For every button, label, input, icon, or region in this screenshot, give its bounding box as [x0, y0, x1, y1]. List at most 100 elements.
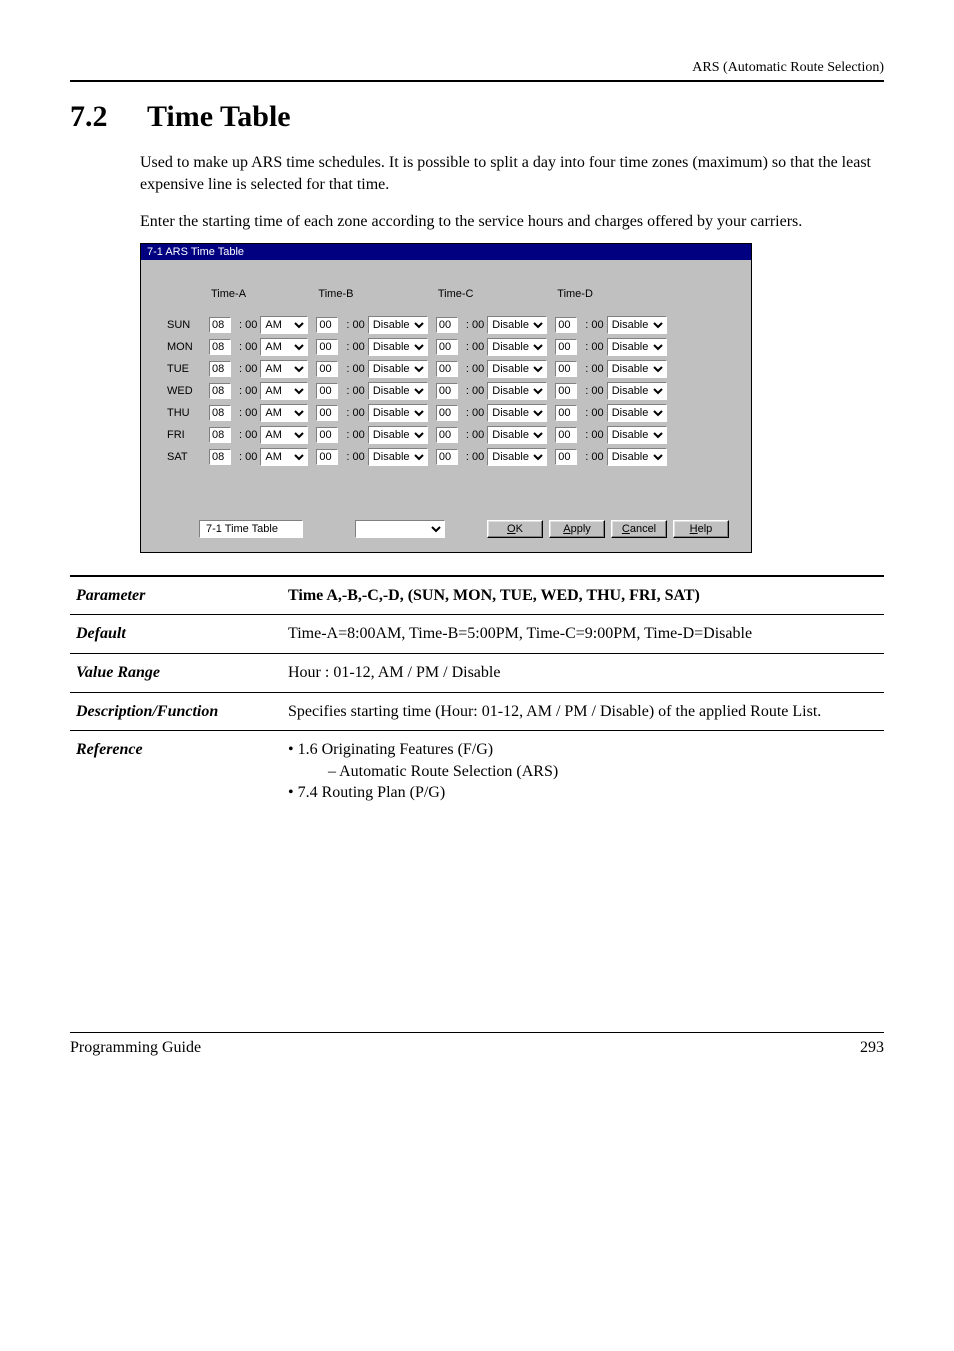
time-d-hour-input[interactable]	[555, 339, 577, 355]
time-a-ampm-select[interactable]: AM	[260, 338, 308, 356]
time-table: Time-A Time-B Time-C Time-D SUN: 00 AM: …	[163, 288, 671, 468]
time-a-minute-label: : 00	[239, 451, 257, 463]
time-d-hour-input[interactable]	[555, 383, 577, 399]
time-c-disable-select[interactable]: Disable	[487, 382, 547, 400]
time-b-disable-select[interactable]: Disable	[368, 404, 428, 422]
apply-button[interactable]: Apply	[549, 520, 605, 538]
time-c-disable-select[interactable]: Disable	[487, 316, 547, 334]
screen-name-field: 7-1 Time Table	[199, 520, 303, 538]
value-range-label: Value Range	[70, 653, 282, 692]
time-a-ampm-select[interactable]: AM	[260, 426, 308, 444]
time-c-minute-label: : 00	[466, 363, 484, 375]
time-c-disable-select[interactable]: Disable	[487, 404, 547, 422]
time-b-hour-input[interactable]	[316, 427, 338, 443]
reference-label: Reference	[70, 731, 282, 812]
time-c-hour-input[interactable]	[436, 427, 458, 443]
time-a-hour-input[interactable]	[209, 405, 231, 421]
time-b-hour-input[interactable]	[316, 383, 338, 399]
time-d-disable-select[interactable]: Disable	[607, 360, 667, 378]
table-row: MON: 00 AM: 00 Disable: 00 Disable: 00 D…	[163, 336, 671, 358]
time-c-minute-label: : 00	[466, 407, 484, 419]
time-c-disable-select[interactable]: Disable	[487, 360, 547, 378]
reference-value: • 1.6 Originating Features (F/G) – Autom…	[282, 731, 884, 812]
time-d-hour-input[interactable]	[555, 427, 577, 443]
time-c-minute-label: : 00	[466, 429, 484, 441]
time-d-hour-input[interactable]	[555, 449, 577, 465]
time-d-disable-select[interactable]: Disable	[607, 448, 667, 466]
time-a-ampm-select[interactable]: AM	[260, 448, 308, 466]
time-b-disable-select[interactable]: Disable	[368, 426, 428, 444]
time-c-disable-select[interactable]: Disable	[487, 338, 547, 356]
time-d-disable-select[interactable]: Disable	[607, 426, 667, 444]
time-b-minute-label: : 00	[346, 341, 364, 353]
time-a-ampm-select[interactable]: AM	[260, 382, 308, 400]
time-a-ampm-select[interactable]: AM	[260, 360, 308, 378]
time-a-hour-input[interactable]	[209, 449, 231, 465]
cancel-button[interactable]: Cancel	[611, 520, 667, 538]
time-b-disable-select[interactable]: Disable	[368, 338, 428, 356]
value-range-value: Hour : 01-12, AM / PM / Disable	[282, 653, 884, 692]
time-d-disable-select[interactable]: Disable	[607, 316, 667, 334]
time-a-hour-input[interactable]	[209, 383, 231, 399]
time-c-hour-input[interactable]	[436, 339, 458, 355]
time-a-ampm-select[interactable]: AM	[260, 316, 308, 334]
time-c-disable-select[interactable]: Disable	[487, 448, 547, 466]
time-c-disable-select[interactable]: Disable	[487, 426, 547, 444]
section-number: 7.2	[70, 100, 140, 134]
day-label: WED	[163, 380, 205, 402]
time-d-minute-label: : 00	[585, 407, 603, 419]
day-label: SUN	[163, 314, 205, 336]
col-time-c: Time-C	[432, 288, 551, 314]
parameter-header-label: Parameter	[70, 576, 282, 615]
time-c-minute-label: : 00	[466, 451, 484, 463]
time-d-disable-select[interactable]: Disable	[607, 382, 667, 400]
time-b-hour-input[interactable]	[316, 449, 338, 465]
time-d-minute-label: : 00	[585, 341, 603, 353]
ok-button[interactable]: OK	[487, 520, 543, 538]
time-c-hour-input[interactable]	[436, 405, 458, 421]
time-b-disable-select[interactable]: Disable	[368, 382, 428, 400]
parameter-header-value: Time A,-B,-C,-D, (SUN, MON, TUE, WED, TH…	[282, 576, 884, 615]
time-b-minute-label: : 00	[346, 429, 364, 441]
section-name: Time Table	[147, 100, 291, 133]
screen-name-select[interactable]	[355, 520, 445, 538]
footer-left: Programming Guide	[70, 1039, 201, 1057]
time-a-hour-input[interactable]	[209, 427, 231, 443]
page-footer: Programming Guide 293	[70, 1039, 884, 1057]
day-label: MON	[163, 336, 205, 358]
time-d-hour-input[interactable]	[555, 361, 577, 377]
time-d-minute-label: : 00	[585, 385, 603, 397]
time-a-minute-label: : 00	[239, 385, 257, 397]
time-a-hour-input[interactable]	[209, 317, 231, 333]
col-time-d: Time-D	[551, 288, 670, 314]
reference-line-3: • 7.4 Routing Plan (P/G)	[288, 782, 878, 804]
help-button[interactable]: Help	[673, 520, 729, 538]
time-d-hour-input[interactable]	[555, 405, 577, 421]
dialog-client-area: Time-A Time-B Time-C Time-D SUN: 00 AM: …	[141, 260, 751, 552]
time-b-hour-input[interactable]	[316, 361, 338, 377]
time-d-minute-label: : 00	[585, 451, 603, 463]
time-b-hour-input[interactable]	[316, 405, 338, 421]
day-label: THU	[163, 402, 205, 424]
day-label: SAT	[163, 446, 205, 468]
time-d-hour-input[interactable]	[555, 317, 577, 333]
time-b-hour-input[interactable]	[316, 317, 338, 333]
time-a-ampm-select[interactable]: AM	[260, 404, 308, 422]
time-b-hour-input[interactable]	[316, 339, 338, 355]
default-label: Default	[70, 615, 282, 654]
time-b-disable-select[interactable]: Disable	[368, 360, 428, 378]
time-b-disable-select[interactable]: Disable	[368, 316, 428, 334]
time-a-minute-label: : 00	[239, 319, 257, 331]
time-b-disable-select[interactable]: Disable	[368, 448, 428, 466]
time-c-hour-input[interactable]	[436, 317, 458, 333]
time-a-hour-input[interactable]	[209, 339, 231, 355]
time-c-hour-input[interactable]	[436, 383, 458, 399]
default-value: Time-A=8:00AM, Time-B=5:00PM, Time-C=9:0…	[282, 615, 884, 654]
time-a-hour-input[interactable]	[209, 361, 231, 377]
dialog-ars-time-table: 7-1 ARS Time Table Time-A Time-B Time-C …	[140, 243, 752, 553]
time-c-hour-input[interactable]	[436, 361, 458, 377]
time-d-minute-label: : 00	[585, 429, 603, 441]
time-d-disable-select[interactable]: Disable	[607, 404, 667, 422]
time-d-disable-select[interactable]: Disable	[607, 338, 667, 356]
time-c-hour-input[interactable]	[436, 449, 458, 465]
